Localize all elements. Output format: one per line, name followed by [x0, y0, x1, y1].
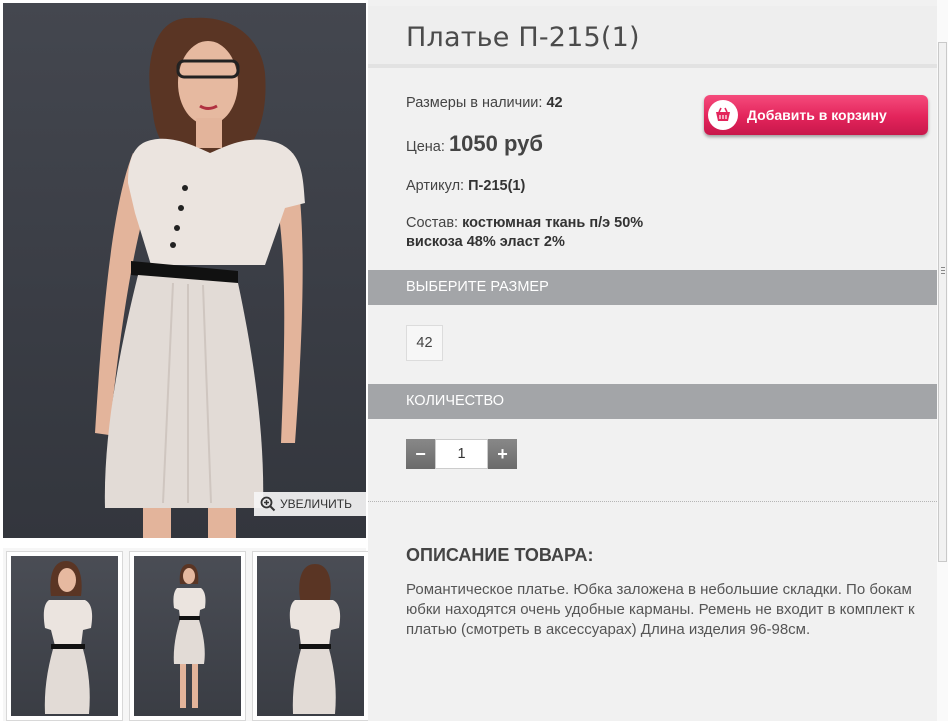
quantity-decrease-button[interactable]: −: [406, 439, 435, 469]
size-option-42[interactable]: 42: [406, 325, 443, 361]
sizes-label: Размеры в наличии:: [406, 95, 543, 111]
thumbnail-strip: [3, 548, 369, 721]
zoom-label: УВЕЛИЧИТЬ: [280, 497, 352, 511]
price-value: 1050 руб: [448, 131, 543, 156]
article-value: П-215(1): [468, 178, 526, 194]
scrollbar-thumb[interactable]: [938, 42, 947, 562]
description-heading: ОПИСАНИЕ ТОВАРА:: [406, 545, 594, 565]
main-product-photo[interactable]: УВЕЛИЧИТЬ: [3, 3, 366, 538]
thumbnail-image-back: [289, 564, 341, 714]
sizes-value: 42: [546, 95, 563, 111]
add-to-cart-button[interactable]: Добавить в корзину: [704, 95, 928, 135]
composition-value-2: вискоза 48% эласт 2%: [406, 234, 565, 250]
article-row: Артикул: П-215(1): [406, 178, 525, 194]
thumbnail-full[interactable]: [129, 551, 246, 721]
basket-icon: [708, 100, 738, 130]
product-panel: Платье П-215(1) Размеры в наличии: 42 Це…: [368, 0, 937, 721]
model-photo: [95, 17, 305, 538]
divider: [368, 501, 937, 502]
article-label: Артикул:: [406, 178, 465, 194]
thumbnail-back[interactable]: [252, 551, 369, 721]
description-text: Романтическое платье. Юбка заложена в не…: [406, 581, 915, 638]
product-title: Платье П-215(1): [406, 22, 640, 53]
quantity-input[interactable]: [435, 439, 488, 469]
quantity-increase-button[interactable]: +: [488, 439, 517, 469]
scrollbar-grip-icon: [941, 273, 945, 274]
title-bar: Платье П-215(1): [368, 6, 937, 68]
scrollbar-grip-icon: [941, 267, 945, 268]
thumbnail-image-full: [173, 564, 206, 708]
zoom-button[interactable]: УВЕЛИЧИТЬ: [254, 492, 366, 516]
composition-row: Состав: костюмная ткань п/э 50% вискоза …: [406, 214, 643, 252]
zoom-in-icon: [260, 496, 276, 512]
sizes-available: Размеры в наличии: 42: [406, 95, 563, 111]
size-section-header: ВЫБЕРИТЕ РАЗМЕР: [368, 270, 937, 305]
add-to-cart-label: Добавить в корзину: [747, 107, 887, 123]
price-row: Цена: 1050 руб: [406, 131, 543, 157]
price-label: Цена:: [406, 139, 445, 155]
thumbnail-front[interactable]: [6, 551, 123, 721]
composition-value-1: костюмная ткань п/э 50%: [462, 215, 644, 231]
quantity-section-header: КОЛИЧЕСТВО: [368, 384, 937, 419]
quantity-stepper: − +: [406, 439, 517, 469]
scrollbar[interactable]: [937, 0, 948, 721]
scrollbar-grip-icon: [941, 270, 945, 271]
composition-label: Состав:: [406, 215, 459, 231]
thumbnail-image-front: [43, 561, 93, 714]
